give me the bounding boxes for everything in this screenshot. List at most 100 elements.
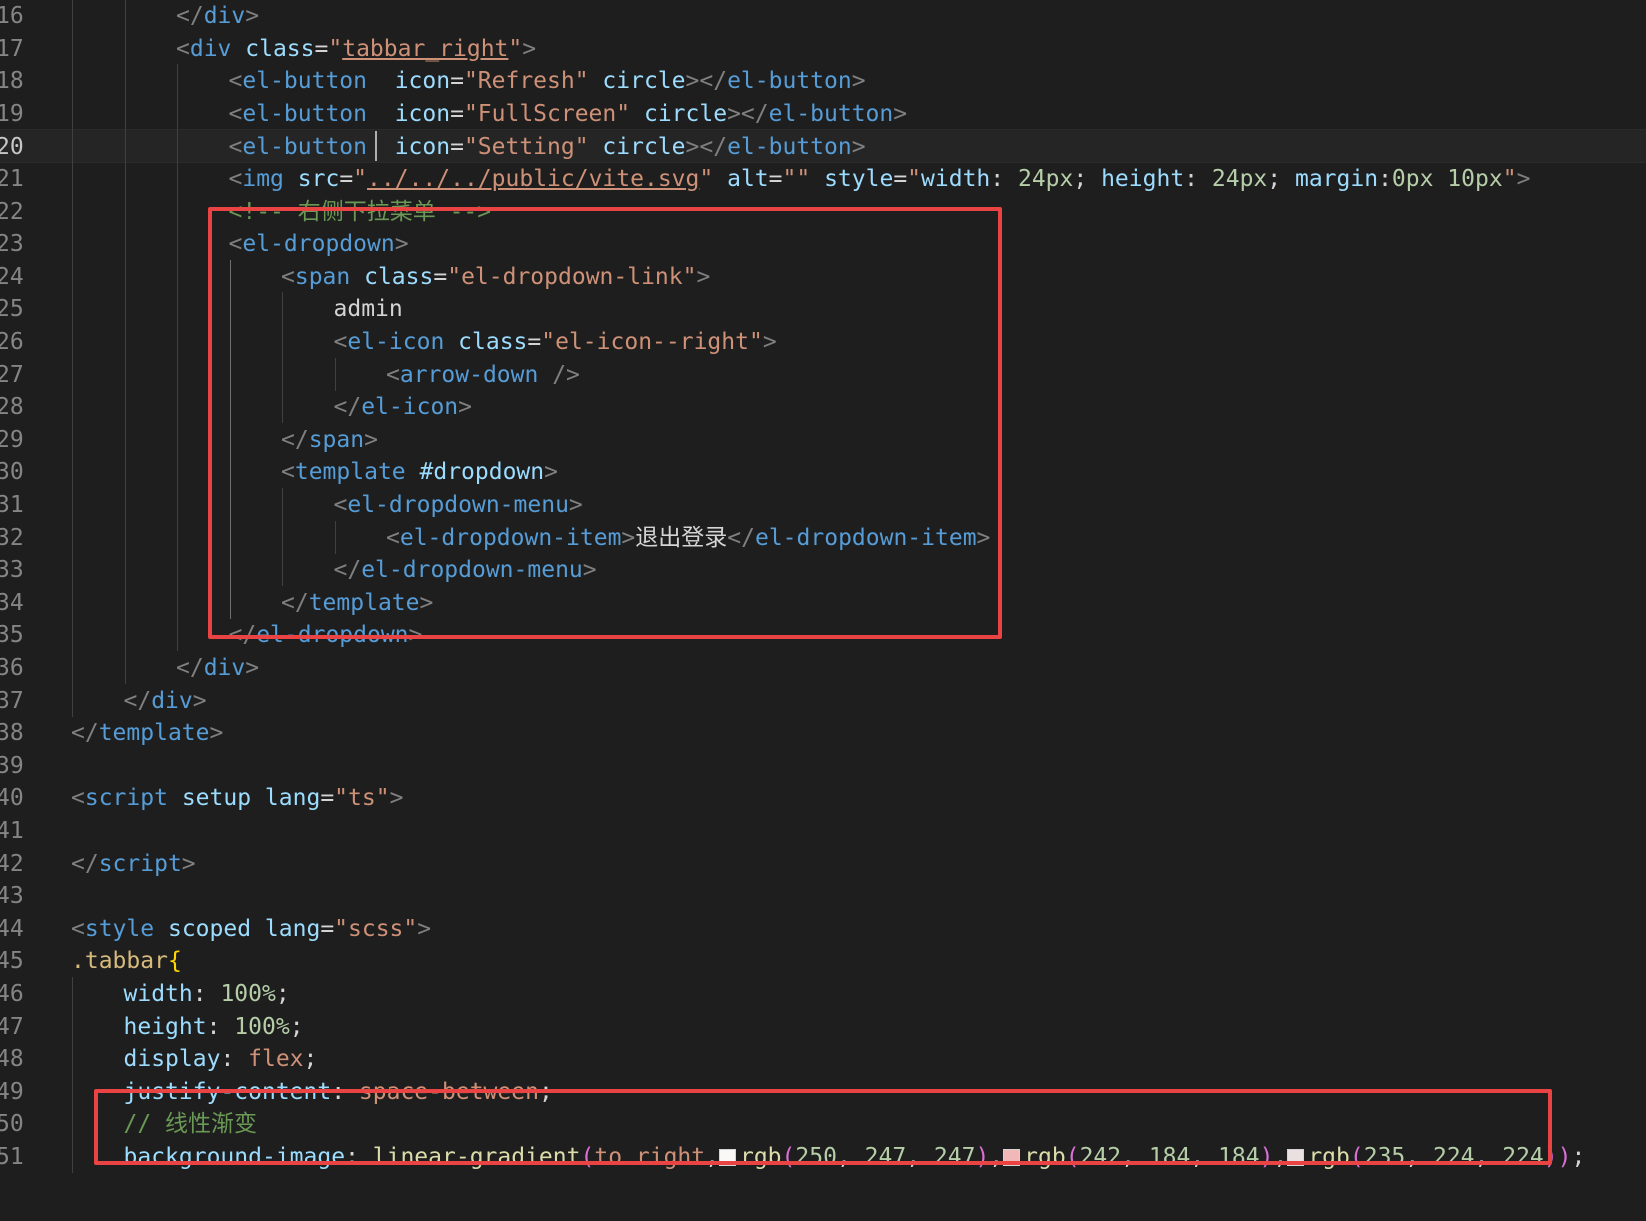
- code-token: "FullScreen": [463, 100, 631, 127]
- indent-guide: [282, 325, 283, 359]
- code-line[interactable]: 45 .tabbar{: [0, 944, 1646, 978]
- code-token: 250: [795, 1144, 837, 1170]
- indent-guide: [124, 618, 126, 652]
- code-line[interactable]: 39: [0, 749, 1646, 783]
- code-line[interactable]: 35 </el-dropdown>: [0, 618, 1646, 652]
- code-line[interactable]: 34 </template>: [0, 586, 1646, 620]
- code-token: lang: [264, 915, 321, 942]
- color-swatch-icon[interactable]: [1003, 1149, 1021, 1166]
- code-token: ,: [1474, 1144, 1503, 1170]
- indent-guide: [72, 618, 73, 652]
- code-line[interactable]: 38 </template>: [0, 716, 1646, 750]
- indent-guide: [177, 162, 178, 196]
- line-code: <el-button icon="Setting" circle></el-bu…: [229, 130, 866, 164]
- code-line[interactable]: 46 width: 100%;: [0, 977, 1646, 1011]
- line-code: </div>: [176, 651, 259, 685]
- text-cursor: [375, 131, 377, 162]
- code-token: </: [71, 720, 99, 747]
- code-editor[interactable]: 16 </div> 17 <div class="tabbar_right"> 18 <e…: [0, 0, 1646, 1221]
- code-token: ): [1259, 1144, 1274, 1170]
- indent-guide: [72, 1140, 73, 1174]
- code-line[interactable]: 37 </div>: [0, 684, 1646, 718]
- indent-guide: [124, 31, 126, 65]
- code-line[interactable]: 48 display: flex;: [0, 1042, 1646, 1076]
- indent-guide: [72, 96, 73, 130]
- code-line[interactable]: 26 <el-icon class="el-icon--right">: [0, 325, 1646, 359]
- code-token: el-icon: [361, 394, 459, 421]
- code-line[interactable]: 49 justify-content: space-between;: [0, 1075, 1646, 1109]
- code-line[interactable]: 23 <el-dropdown>: [0, 227, 1646, 261]
- code-line[interactable]: 19 <el-button icon="FullScreen" circle></…: [0, 97, 1646, 131]
- code-line[interactable]: 17 <div class="tabbar_right">: [0, 32, 1646, 66]
- line-number: 39: [0, 752, 24, 779]
- code-line[interactable]: 32 <el-dropdown-item>退出登录</el-dropdown-it…: [0, 521, 1646, 555]
- line-number: 38: [0, 720, 24, 747]
- code-token: >: [762, 329, 777, 355]
- indent-guide: [229, 585, 231, 619]
- code-line[interactable]: 27 <arrow-down />: [0, 358, 1646, 392]
- line-code: // 线性渐变: [124, 1107, 258, 1141]
- code-line[interactable]: 31 <el-dropdown-menu>: [0, 488, 1646, 522]
- code-token: flex: [248, 1046, 304, 1073]
- line-number: 46: [0, 981, 24, 1007]
- line-number: 42: [0, 850, 24, 877]
- code-line[interactable]: 25 admin: [0, 292, 1646, 326]
- line-number: 50: [0, 1111, 24, 1138]
- code-line[interactable]: 22 <!-- 右侧下拉菜单 -->: [0, 195, 1646, 229]
- code-line[interactable]: 44 <style scoped lang="scss">: [0, 912, 1646, 946]
- code-token: </: [727, 524, 755, 551]
- indent-guide: [177, 520, 178, 554]
- code-token: =: [339, 166, 354, 192]
- code-token: div: [203, 3, 246, 29]
- code-token: 24px: [1017, 166, 1074, 192]
- code-token: style: [824, 166, 894, 192]
- line-number: 33: [0, 557, 24, 584]
- code-line[interactable]: 20 <el-button icon="Setting" circle></el-…: [0, 129, 1646, 164]
- code-line[interactable]: 40 <script setup lang="ts">: [0, 781, 1646, 815]
- code-line[interactable]: 42 </script>: [0, 847, 1646, 881]
- code-token: el-dropdown-menu: [361, 557, 583, 584]
- line-code: <span class="el-dropdown-link">: [281, 260, 710, 294]
- color-swatch-icon[interactable]: [1287, 1149, 1305, 1166]
- indent-guide: [282, 520, 283, 554]
- code-line[interactable]: 18 <el-button icon="Refresh" circle></el-…: [0, 64, 1646, 98]
- code-token: />: [552, 361, 580, 388]
- color-swatch-icon[interactable]: [718, 1149, 736, 1166]
- code-token: ></: [685, 134, 728, 161]
- code-line[interactable]: 41: [0, 814, 1646, 848]
- code-token: ,: [989, 1144, 1004, 1170]
- code-line[interactable]: 28 </el-icon>: [0, 390, 1646, 424]
- code-token: icon: [394, 68, 451, 95]
- code-line[interactable]: 47 height: 100%;: [0, 1010, 1646, 1044]
- line-code: <div class="tabbar_right">: [176, 32, 536, 66]
- code-token: <: [228, 68, 243, 95]
- line-number: 40: [0, 785, 24, 812]
- code-line[interactable]: 33 </el-dropdown-menu>: [0, 553, 1646, 587]
- code-token: ,: [1121, 1144, 1149, 1170]
- code-token: el-dropdown: [256, 622, 409, 649]
- code-token: :: [220, 1046, 249, 1073]
- code-token: :: [990, 166, 1018, 192]
- line-code: </div>: [124, 684, 207, 718]
- line-number: 31: [0, 492, 24, 518]
- code-line[interactable]: 36 </div>: [0, 651, 1646, 685]
- code-line[interactable]: 51 background-image: linear-gradient(to r…: [0, 1140, 1646, 1174]
- code-line[interactable]: 16 </div>: [0, 0, 1646, 33]
- code-line[interactable]: 30 <template #dropdown>: [0, 455, 1646, 489]
- code-line[interactable]: 50 // 线性渐变: [0, 1107, 1646, 1141]
- code-token: </: [333, 394, 362, 421]
- line-code: </span>: [281, 423, 378, 457]
- code-token: {: [167, 948, 182, 975]
- code-token: >: [458, 394, 472, 421]
- code-token: <: [281, 263, 295, 290]
- code-token: .tabbar: [71, 948, 168, 975]
- code-line[interactable]: 29 </span>: [0, 423, 1646, 457]
- code-line[interactable]: 43: [0, 879, 1646, 913]
- code-token: el-dropdown: [242, 231, 395, 258]
- code-line[interactable]: 24 <span class="el-dropdown-link">: [0, 260, 1646, 294]
- code-line[interactable]: 21 <img src="../../../public/vite.svg" al…: [0, 162, 1646, 196]
- code-token: )): [1543, 1144, 1572, 1170]
